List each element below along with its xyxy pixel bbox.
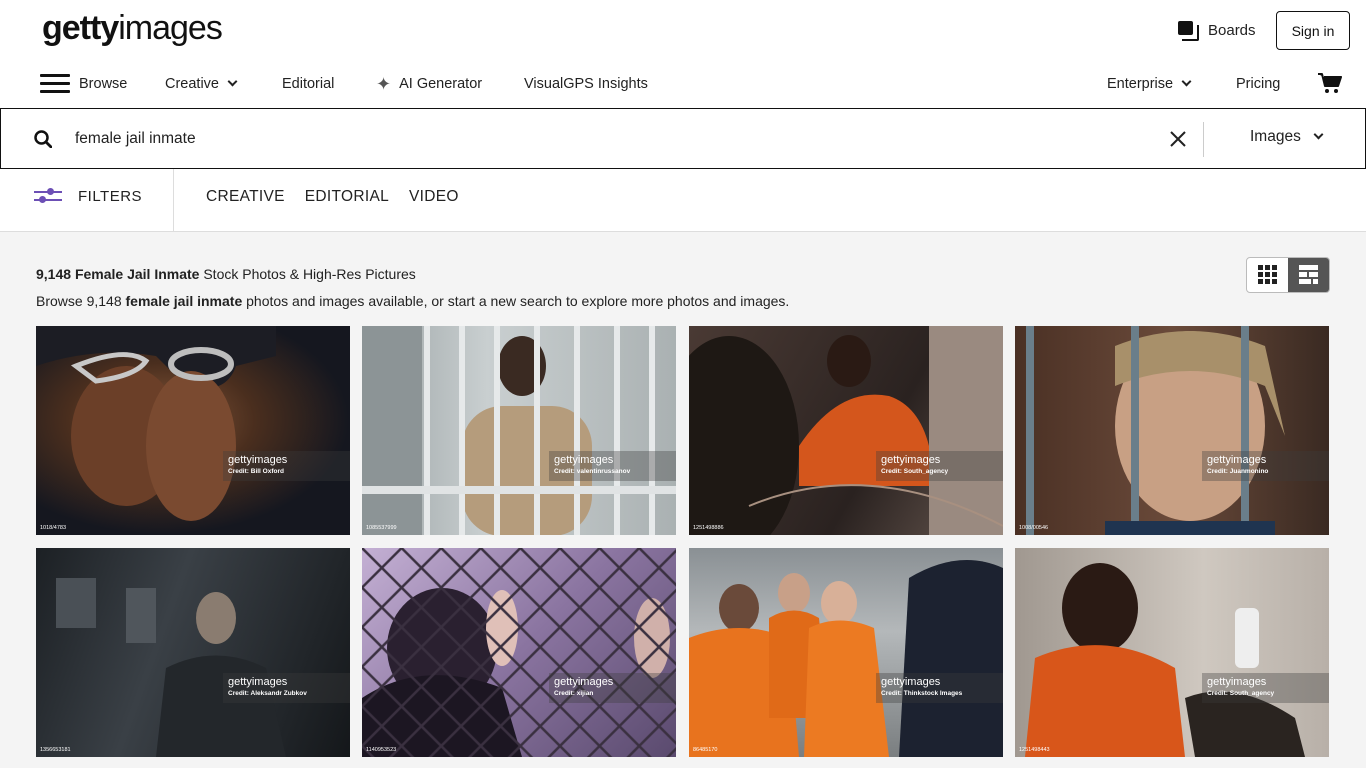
- tab-creative[interactable]: CREATIVE: [206, 188, 285, 206]
- gettyimages-logo[interactable]: gettyimages: [42, 8, 223, 48]
- image-tile[interactable]: gettyimages Credit: valentinrussanov 1085…: [362, 326, 676, 535]
- nav-ai-generator[interactable]: ✦ AI Generator: [376, 70, 482, 98]
- woman-behind-bars-photo: [362, 326, 676, 535]
- boards-icon: [1178, 21, 1199, 41]
- image-id: 1008/00546: [1019, 525, 1049, 531]
- woman-gripping-bars-photo: [1026, 326, 1285, 535]
- close-icon[interactable]: [1169, 130, 1187, 148]
- woman-in-dark-cell-photo: [56, 578, 286, 757]
- signin-button[interactable]: Sign in: [1276, 11, 1350, 50]
- image-tile[interactable]: gettyimages Credit: South_agency 12514988…: [689, 326, 1003, 535]
- watermark: gettyimages Credit: South_agency: [1202, 673, 1329, 703]
- header: gettyimages Boards Sign in Browse Creati…: [0, 0, 1366, 108]
- distressed-inmate-photo: [1025, 563, 1305, 757]
- search-input[interactable]: [75, 125, 1135, 153]
- nav-browse[interactable]: Browse: [79, 70, 127, 98]
- handcuffed-hands-photo: [36, 326, 276, 521]
- watermark: gettyimages Credit: South_agency: [876, 451, 1003, 481]
- menu-icon[interactable]: [40, 74, 70, 94]
- cart-icon[interactable]: [1318, 72, 1342, 94]
- chevron-down-icon: [227, 76, 238, 87]
- image-id: 1251498886: [693, 525, 724, 531]
- tab-video[interactable]: VIDEO: [409, 188, 459, 206]
- nav-visualgps[interactable]: VisualGPS Insights: [524, 70, 648, 98]
- inmates-with-officer-photo: [689, 560, 1003, 757]
- watermark: gettyimages Credit: Aleksandr Zubkov: [223, 673, 350, 703]
- image-id: 1251498443: [1019, 747, 1050, 753]
- sparkle-icon: ✦: [376, 73, 392, 94]
- divider: [1203, 122, 1204, 157]
- watermark: gettyimages Credit: Juanmonino: [1202, 451, 1329, 481]
- woman-behind-fence-photo: [362, 548, 676, 757]
- divider: [173, 169, 174, 232]
- watermark: gettyimages Credit: Thinkstock Images: [876, 673, 1003, 703]
- image-id: 1140953523: [366, 747, 397, 753]
- image-id: 86485170: [693, 747, 718, 753]
- mosaic-icon: [1298, 265, 1318, 284]
- results-subtitle: Browse 9,148 female jail inmate photos a…: [36, 293, 790, 309]
- image-tile[interactable]: gettyimages Credit: South_agency 12514984…: [1015, 548, 1329, 757]
- view-toggle: [1246, 257, 1330, 293]
- image-tile[interactable]: gettyimages Credit: xijian 1140953523: [362, 548, 676, 757]
- nav-enterprise[interactable]: Enterprise: [1107, 70, 1192, 98]
- filter-bar: FILTERS CREATIVE EDITORIAL VIDEO: [0, 169, 1366, 232]
- media-type-select[interactable]: Images: [1250, 128, 1324, 146]
- watermark: gettyimages Credit: valentinrussanov: [549, 451, 676, 481]
- watermark: gettyimages Credit: xijian: [549, 673, 676, 703]
- grid-view-button[interactable]: [1247, 258, 1288, 292]
- image-id: 1018/4783: [40, 525, 66, 531]
- inmate-phone-visit-photo: [689, 326, 1003, 535]
- nav-editorial[interactable]: Editorial: [282, 70, 334, 98]
- image-id: 1085537999: [366, 525, 397, 531]
- search-bar: Images: [0, 108, 1366, 169]
- boards-link[interactable]: Boards: [1178, 19, 1256, 41]
- chevron-down-icon: [1313, 129, 1324, 140]
- results-title: 9,148 Female Jail Inmate Stock Photos & …: [36, 266, 416, 282]
- watermark: gettyimages Credit: Bill Oxford: [223, 451, 350, 481]
- chevron-down-icon: [1181, 76, 1192, 87]
- boards-label: Boards: [1208, 21, 1256, 39]
- image-tile[interactable]: gettyimages Credit: Juanmonino 1008/00546: [1015, 326, 1329, 535]
- search-icon[interactable]: [34, 130, 52, 148]
- nav-pricing[interactable]: Pricing: [1236, 70, 1280, 98]
- mosaic-view-button[interactable]: [1288, 258, 1329, 292]
- filters-button[interactable]: FILTERS: [34, 187, 142, 205]
- image-tile[interactable]: gettyimages Credit: Thinkstock Images 864…: [689, 548, 1003, 757]
- grid-icon: [1257, 265, 1277, 284]
- sliders-icon: [34, 187, 62, 205]
- image-tile[interactable]: gettyimages Credit: Aleksandr Zubkov 1356…: [36, 548, 350, 757]
- image-id: 1356653181: [40, 747, 71, 753]
- content-tabs: CREATIVE EDITORIAL VIDEO: [206, 188, 459, 206]
- image-tile[interactable]: gettyimages Credit: Bill Oxford 1018/4783: [36, 326, 350, 535]
- nav-creative[interactable]: Creative: [165, 70, 238, 98]
- tab-editorial[interactable]: EDITORIAL: [305, 188, 389, 206]
